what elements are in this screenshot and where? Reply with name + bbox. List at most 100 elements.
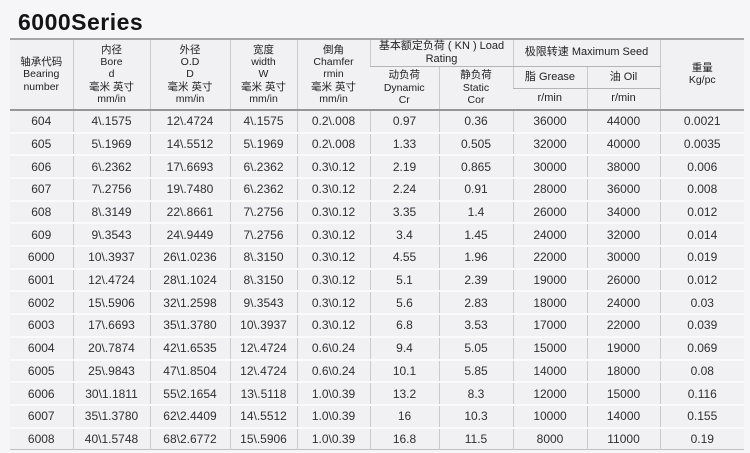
- cell-dynamic-load: 2.19: [370, 155, 439, 178]
- cell-width: 13\.5118: [230, 382, 297, 405]
- cell-grease-speed: 8000: [513, 428, 587, 450]
- cell-oil-speed: 14000: [587, 405, 660, 428]
- cell-bearing-number: 609: [10, 223, 73, 246]
- grease-unit: r/min: [513, 88, 587, 110]
- cell-static-load: 3.53: [439, 314, 513, 337]
- header-line: 毫米 英寸: [231, 81, 297, 93]
- cell-od: 55\2.1654: [150, 382, 230, 405]
- cell-dynamic-load: 16: [370, 405, 439, 428]
- cell-weight: 0.012: [660, 269, 744, 292]
- cell-dynamic-load: 16.8: [370, 428, 439, 450]
- cell-dynamic-load: 2.24: [370, 178, 439, 201]
- cell-grease-speed: 28000: [513, 178, 587, 201]
- cell-dynamic-load: 4.55: [370, 246, 439, 269]
- cell-grease-speed: 15000: [513, 337, 587, 360]
- table-body: 604 4\.1575 12\.4724 4\.1575 0.2\.008 0.…: [10, 110, 744, 450]
- cell-chamfer: 0.2\.008: [297, 110, 370, 133]
- cell-width: 8\.3150: [230, 269, 297, 292]
- header-line: 静负荷: [440, 69, 513, 81]
- cell-static-load: 2.83: [439, 291, 513, 314]
- cell-weight: 0.19: [660, 428, 744, 450]
- header-line: d: [74, 68, 150, 80]
- cell-chamfer: 1.0\0.39: [297, 405, 370, 428]
- cell-od: 26\1.0236: [150, 246, 230, 269]
- cell-width: 7\.2756: [230, 201, 297, 224]
- header-line: 毫米 英寸: [74, 81, 150, 93]
- col-header-grease: 脂 Grease: [513, 66, 587, 88]
- header-line: 重量: [661, 62, 745, 74]
- cell-bearing-number: 608: [10, 201, 73, 224]
- cell-static-load: 1.45: [439, 223, 513, 246]
- header-line: Bearing: [10, 68, 73, 80]
- table-row: 604 4\.1575 12\.4724 4\.1575 0.2\.008 0.…: [10, 110, 744, 133]
- cell-dynamic-load: 1.33: [370, 133, 439, 156]
- cell-oil-speed: 32000: [587, 223, 660, 246]
- cell-grease-speed: 24000: [513, 223, 587, 246]
- cell-width: 9\.3543: [230, 291, 297, 314]
- col-header-bore: 内径 Bore d 毫米 英寸 mm/in: [73, 39, 150, 110]
- table-row: 6007 35\1.3780 62\2.4409 14\.5512 1.0\0.…: [10, 405, 744, 428]
- col-header-width: 宽度 width W 毫米 英寸 mm/in: [230, 39, 297, 110]
- cell-width: 12\.4724: [230, 337, 297, 360]
- cell-bearing-number: 6003: [10, 314, 73, 337]
- cell-weight: 0.012: [660, 201, 744, 224]
- table-row: 609 9\.3543 24\.9449 7\.2756 0.3\0.12 3.…: [10, 223, 744, 246]
- table-row: 6002 15\.5906 32\1.2598 9\.3543 0.3\0.12…: [10, 291, 744, 314]
- cell-static-load: 2.39: [439, 269, 513, 292]
- cell-weight: 0.08: [660, 360, 744, 383]
- cell-bearing-number: 6007: [10, 405, 73, 428]
- cell-grease-speed: 32000: [513, 133, 587, 156]
- cell-weight: 0.155: [660, 405, 744, 428]
- cell-oil-speed: 26000: [587, 269, 660, 292]
- cell-chamfer: 0.3\0.12: [297, 314, 370, 337]
- cell-chamfer: 0.6\0.24: [297, 360, 370, 383]
- cell-weight: 0.039: [660, 314, 744, 337]
- cell-od: 47\1.8504: [150, 360, 230, 383]
- cell-bore: 6\.2362: [73, 155, 150, 178]
- cell-od: 68\2.6772: [150, 428, 230, 450]
- header-line: 宽度: [231, 44, 297, 56]
- cell-grease-speed: 22000: [513, 246, 587, 269]
- cell-od: 12\.4724: [150, 110, 230, 133]
- cell-bore: 25\.9843: [73, 360, 150, 383]
- cell-grease-speed: 14000: [513, 360, 587, 383]
- header-line: Dynamic: [370, 82, 439, 94]
- table-row: 6006 30\1.1811 55\2.1654 13\.5118 1.0\0.…: [10, 382, 744, 405]
- header-line: mm/in: [74, 93, 150, 105]
- cell-dynamic-load: 0.97: [370, 110, 439, 133]
- cell-bore: 10\.3937: [73, 246, 150, 269]
- cell-bearing-number: 6005: [10, 360, 73, 383]
- cell-od: 22\.8661: [150, 201, 230, 224]
- cell-od: 62\2.4409: [150, 405, 230, 428]
- cell-width: 8\.3150: [230, 246, 297, 269]
- cell-grease-speed: 36000: [513, 110, 587, 133]
- cell-dynamic-load: 9.4: [370, 337, 439, 360]
- cell-bearing-number: 6000: [10, 246, 73, 269]
- table-row: 607 7\.2756 19\.7480 6\.2362 0.3\0.12 2.…: [10, 178, 744, 201]
- cell-oil-speed: 11000: [587, 428, 660, 450]
- cell-bore: 17\.6693: [73, 314, 150, 337]
- cell-bearing-number: 6008: [10, 428, 73, 450]
- cell-oil-speed: 36000: [587, 178, 660, 201]
- cell-weight: 0.019: [660, 246, 744, 269]
- cell-od: 42\1.6535: [150, 337, 230, 360]
- cell-od: 17\.6693: [150, 155, 230, 178]
- cell-bore: 4\.1575: [73, 110, 150, 133]
- col-header-od: 外径 O.D D 毫米 英寸 mm/in: [150, 39, 230, 110]
- cell-weight: 0.0021: [660, 110, 744, 133]
- cell-oil-speed: 40000: [587, 133, 660, 156]
- cell-chamfer: 0.3\0.12: [297, 155, 370, 178]
- cell-grease-speed: 12000: [513, 382, 587, 405]
- cell-od: 35\1.3780: [150, 314, 230, 337]
- header-line: Chamfer: [298, 56, 370, 68]
- table-row: 606 6\.2362 17\.6693 6\.2362 0.3\0.12 2.…: [10, 155, 744, 178]
- cell-width: 4\.1575: [230, 110, 297, 133]
- cell-static-load: 0.91: [439, 178, 513, 201]
- cell-chamfer: 0.3\0.12: [297, 269, 370, 292]
- cell-od: 28\1.1024: [150, 269, 230, 292]
- table-header: 轴承代码 Bearing number 内径 Bore d 毫米 英寸 mm/i…: [10, 39, 744, 110]
- cell-dynamic-load: 3.4: [370, 223, 439, 246]
- table-row: 6005 25\.9843 47\1.8504 12\.4724 0.6\0.2…: [10, 360, 744, 383]
- cell-static-load: 0.505: [439, 133, 513, 156]
- cell-bore: 9\.3543: [73, 223, 150, 246]
